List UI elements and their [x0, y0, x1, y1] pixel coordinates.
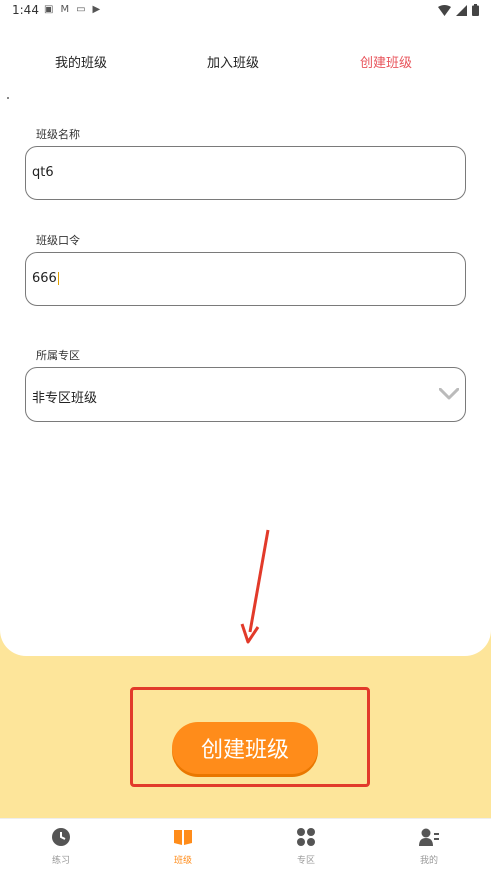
battery-icon [472, 4, 479, 16]
zone-label: 所属专区 [36, 349, 80, 362]
nav-item-zone[interactable]: 专区 [276, 827, 336, 866]
tab-create-class[interactable]: 创建班级 [360, 52, 412, 71]
gmail-icon: M [60, 4, 70, 15]
class-name-label: 班级名称 [36, 128, 80, 141]
zone-value: 非专区班级 [32, 391, 98, 406]
class-password-value: 666 [32, 271, 57, 286]
class-password-field[interactable]: 666 [25, 252, 466, 306]
nav-item-class[interactable]: 班级 [153, 827, 213, 866]
tab-my-classes[interactable]: 我的班级 [55, 52, 107, 71]
user-icon [419, 828, 439, 846]
nav-label-zone: 专区 [296, 856, 315, 866]
nav-item-practice[interactable]: 练习 [31, 827, 91, 866]
create-class-button[interactable]: 创建班级 [172, 722, 318, 774]
grid-icon [297, 828, 315, 846]
stray-dot [7, 97, 9, 99]
bottom-nav: 练习 班级 专区 我的 [0, 818, 491, 875]
a-icon: ▣ [44, 4, 54, 15]
signal-icon [456, 4, 467, 16]
class-name-field[interactable]: qt6 [25, 146, 466, 200]
tv-icon: ▭ [76, 4, 86, 15]
book-icon [174, 830, 192, 845]
play-icon: ▶ [92, 4, 101, 15]
text-caret [57, 272, 59, 285]
chevron-down-icon [439, 388, 459, 400]
class-password-label: 班级口令 [36, 234, 80, 247]
tab-bar: 我的班级 加入班级 创建班级 [0, 52, 491, 74]
status-bar: 1:44 ▣ M ▭ ▶ [0, 0, 491, 22]
wifi-icon [438, 4, 451, 16]
annotation-arrow [240, 529, 270, 644]
clock-icon [52, 828, 70, 846]
zone-select[interactable]: 非专区班级 [25, 367, 466, 422]
tab-join-class[interactable]: 加入班级 [207, 52, 259, 71]
nav-label-practice: 练习 [51, 856, 70, 866]
class-name-value: qt6 [32, 165, 54, 180]
nav-label-class: 班级 [173, 856, 192, 866]
nav-label-mine: 我的 [419, 856, 438, 866]
status-time: 1:44 [12, 3, 39, 17]
nav-item-mine[interactable]: 我的 [399, 827, 459, 866]
